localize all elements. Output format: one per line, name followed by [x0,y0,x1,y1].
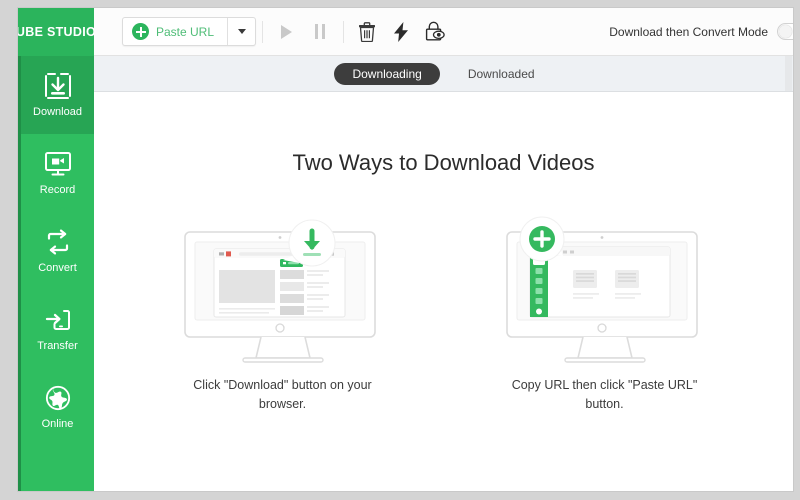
sidebar-item-online[interactable]: Online [21,368,94,446]
sidebar-item-transfer[interactable]: Transfer [21,290,94,368]
paste-url-dropdown-button[interactable] [227,18,255,45]
chevron-down-icon [237,29,246,34]
page-title: Two Ways to Download Videos [292,150,595,175]
monitor-app-plus-bubble-illustration [505,214,705,364]
globe-icon [44,385,72,411]
accelerate-button[interactable] [384,15,418,49]
lock-eye-icon [425,21,445,41]
app-logo: TUBE STUDIO [18,8,94,56]
paste-url-label: Paste URL [156,24,215,39]
instruction-cards: Click "Download" button on your browser. [177,214,711,414]
pause-icon [314,24,326,39]
sidebar: Download Record Convert Transfer Online [18,56,94,491]
sidebar-item-label: Record [39,183,76,196]
instruction-card-paste-url: Copy URL then click "Paste URL" button. [499,214,711,414]
main-content: Two Ways to Download Videos Click "Downl… [94,92,793,491]
download-box-icon [44,72,72,99]
sidebar-item-download[interactable]: Download [21,56,94,134]
sidebar-item-label: Transfer [37,339,78,352]
application-window: TUBE STUDIO Paste URL [18,8,793,491]
lightning-bolt-icon [393,21,408,42]
app-logo-text: TUBE STUDIO [18,24,94,39]
sidebar-item-label: Online [41,417,74,430]
sidebar-item-record[interactable]: Record [21,134,94,212]
trash-icon [359,21,376,42]
delete-button[interactable] [350,15,384,49]
monitor-browser-download-bubble-illustration [183,214,383,364]
convert-mode-label: Download then Convert Mode [609,24,768,39]
tab-downloading[interactable]: Downloading [334,62,440,85]
plus-circle-icon [132,23,149,40]
paste-url-button[interactable]: Paste URL [123,18,227,45]
pause-button[interactable] [303,15,337,49]
tab-bar: Downloading Downloaded [94,56,793,92]
sidebar-item-convert[interactable]: Convert [21,212,94,290]
play-icon [280,24,292,39]
screen-record-icon [44,151,72,177]
card-caption: Copy URL then click "Paste URL" button. [511,378,698,411]
card-caption: Click "Download" button on your browser. [193,378,372,411]
transfer-device-icon [44,307,72,333]
toolbar-right-section: Download then Convert Mode [609,23,793,40]
convert-mode-toggle[interactable] [777,23,793,40]
paste-url-group[interactable]: Paste URL [122,17,257,46]
play-button[interactable] [269,15,303,49]
toolbar-divider-2 [343,20,345,43]
privacy-button[interactable] [418,15,452,49]
toolbar-divider-1 [262,20,264,43]
tab-downloaded[interactable]: Downloaded [450,63,553,85]
sidebar-item-label: Convert [38,261,77,274]
scrollbar-track[interactable] [785,56,792,91]
instruction-card-browser-download: Click "Download" button on your browser. [177,214,389,414]
toolbar: TUBE STUDIO Paste URL [18,8,793,56]
sidebar-item-label: Download [33,105,82,118]
convert-arrows-icon [44,229,72,255]
